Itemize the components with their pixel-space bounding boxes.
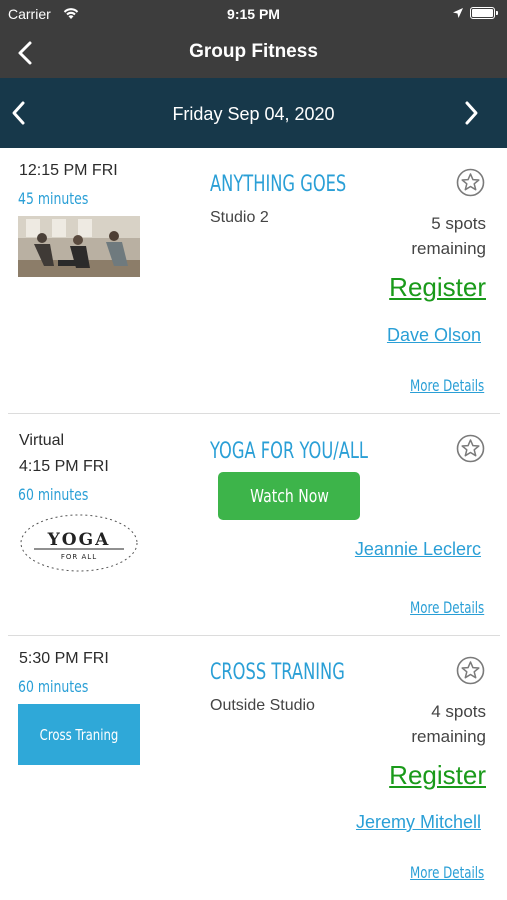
class-name[interactable]: YOGA FOR YOU/ALL <box>210 439 368 464</box>
watch-now-label: Watch Now <box>249 486 329 507</box>
instructor-link[interactable]: Jeannie Leclerc <box>355 539 481 560</box>
class-time: 5:30 PM FRI <box>19 650 109 667</box>
battery-tip <box>496 11 498 15</box>
nav-bar: Group Fitness <box>0 28 507 78</box>
class-card: 5:30 PM FRI 60 minutes Cross Traning CRO… <box>0 636 507 900</box>
class-time: 4:15 PM FRI <box>19 458 109 475</box>
favorite-star-icon[interactable] <box>456 434 485 463</box>
next-day-icon[interactable] <box>460 100 482 126</box>
register-button[interactable]: Register <box>389 272 486 303</box>
logo-subtext: FOR ALL <box>61 553 97 561</box>
spots-suffix: remaining <box>411 727 486 746</box>
class-card: Virtual 4:15 PM FRI 60 minutes YOGA FOR … <box>0 414 507 635</box>
instructor-link[interactable]: Dave Olson <box>387 325 481 346</box>
status-bar: Carrier 9:15 PM <box>0 0 507 28</box>
spots-suffix: remaining <box>411 239 486 258</box>
spots-remaining: 4 spots remaining <box>411 699 486 749</box>
spots-count: 4 spots <box>431 702 486 721</box>
more-details-link[interactable]: More Details <box>410 863 484 882</box>
class-name[interactable]: CROSS TRANING <box>210 660 345 685</box>
class-duration: 45 minutes <box>18 189 89 208</box>
favorite-star-icon[interactable] <box>456 656 485 685</box>
class-time: 12:15 PM FRI <box>19 162 118 179</box>
class-duration: 60 minutes <box>18 485 89 504</box>
class-room: Studio 2 <box>210 209 269 226</box>
more-details-link[interactable]: More Details <box>410 376 484 395</box>
class-location: Virtual <box>19 432 65 449</box>
class-duration: 60 minutes <box>18 677 89 696</box>
class-name[interactable]: ANYTHING GOES <box>210 172 346 197</box>
register-button[interactable]: Register <box>389 760 486 791</box>
class-logo: YOGA FOR ALL <box>18 512 140 573</box>
current-date: Friday Sep 04, 2020 <box>172 104 335 124</box>
date-selector: Friday Sep 04, 2020 <box>0 78 507 148</box>
battery-icon <box>470 7 495 19</box>
class-card: 12:15 PM FRI 45 minutes ANYTHING GOES St… <box>0 148 507 414</box>
more-details-link[interactable]: More Details <box>410 598 484 617</box>
favorite-star-icon[interactable] <box>456 168 485 197</box>
instructor-link[interactable]: Jeremy Mitchell <box>356 812 481 833</box>
class-photo <box>18 216 140 277</box>
page-title: Group Fitness <box>189 41 318 62</box>
status-time: 9:15 PM <box>227 6 280 22</box>
spots-count: 5 spots <box>431 214 486 233</box>
watch-now-button[interactable]: Watch Now <box>218 472 360 520</box>
location-arrow-icon <box>453 8 463 18</box>
spots-remaining: 5 spots remaining <box>411 211 486 261</box>
thumbnail-text: Cross Traning <box>40 728 119 745</box>
class-thumbnail: Cross Traning <box>18 704 140 765</box>
class-room: Outside Studio <box>210 697 315 714</box>
logo-text: YOGA <box>47 530 111 550</box>
